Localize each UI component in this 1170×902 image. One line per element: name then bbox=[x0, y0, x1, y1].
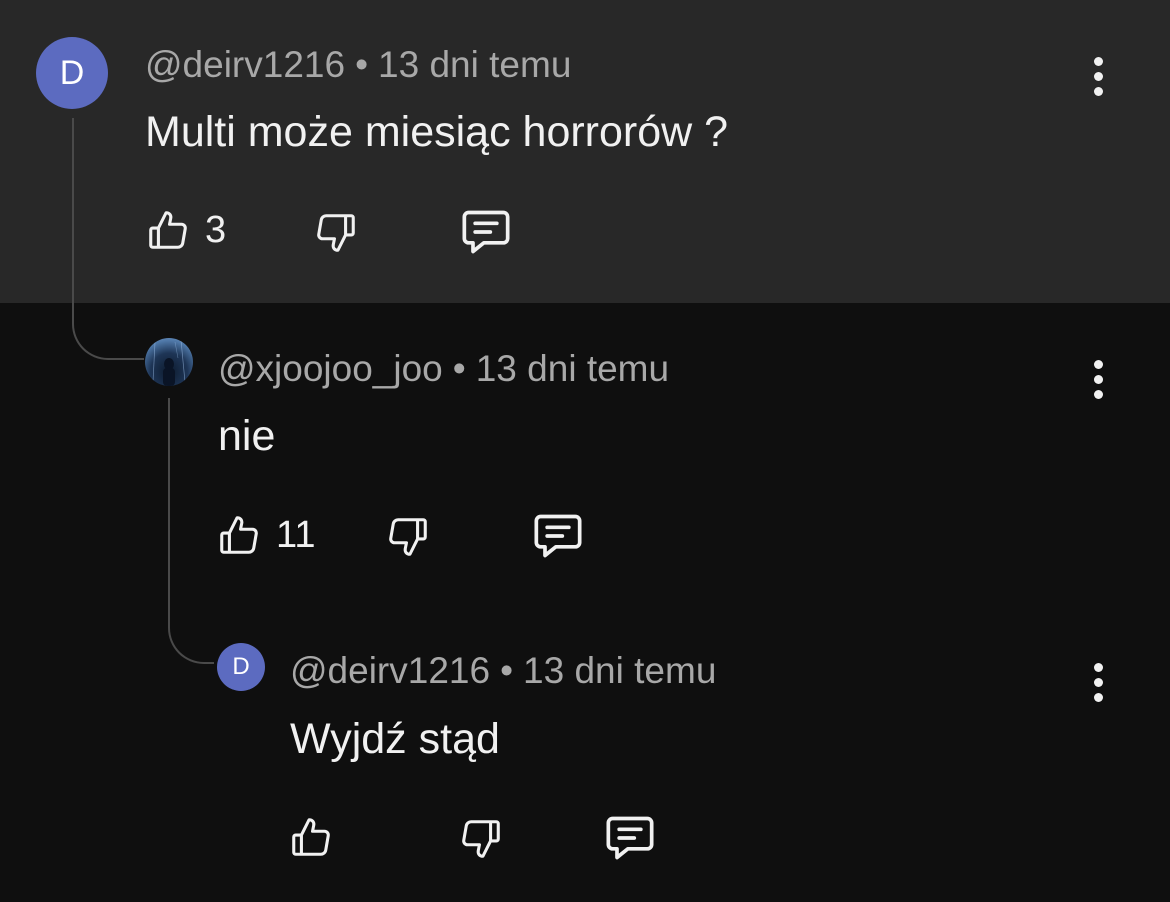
separator-dot: • bbox=[452, 348, 466, 389]
author-name[interactable]: @deirv1216 bbox=[290, 650, 490, 691]
comment-meta: @deirv1216 • 13 dni temu bbox=[290, 650, 716, 692]
thread-connector-line bbox=[168, 398, 214, 664]
thumbs-down-icon bbox=[462, 820, 500, 858]
author-name[interactable]: @deirv1216 bbox=[145, 44, 345, 85]
comment-time[interactable]: 13 dni temu bbox=[476, 348, 669, 389]
avatar-letter: D bbox=[59, 53, 85, 92]
comment-time[interactable]: 13 dni temu bbox=[523, 650, 716, 691]
reply-button[interactable] bbox=[532, 512, 584, 560]
avatar-letter: D bbox=[232, 653, 250, 680]
more-options-button[interactable] bbox=[1093, 660, 1103, 705]
thumbs-up-icon bbox=[149, 211, 187, 249]
thumbs-up-icon bbox=[292, 818, 330, 856]
reply-icon bbox=[462, 210, 510, 254]
dislike-button[interactable] bbox=[385, 512, 431, 562]
dislike-button[interactable] bbox=[458, 814, 504, 864]
like-count: 11 bbox=[276, 513, 316, 556]
comment-text: Wyjdź stąd bbox=[290, 715, 500, 763]
like-button[interactable]: 11 bbox=[216, 510, 315, 560]
separator-dot: • bbox=[500, 650, 514, 691]
author-name[interactable]: @xjoojoo_joo bbox=[218, 348, 443, 389]
avatar[interactable]: D bbox=[217, 643, 265, 691]
more-options-button[interactable] bbox=[1093, 54, 1103, 99]
thread-connector-line bbox=[72, 118, 144, 360]
reply-icon bbox=[534, 514, 582, 558]
reply-icon bbox=[606, 816, 654, 860]
avatar[interactable]: D bbox=[36, 37, 108, 109]
comment-text: nie bbox=[218, 412, 276, 460]
avatar-photo-figure bbox=[152, 339, 186, 386]
thumbs-down-icon bbox=[317, 214, 355, 252]
comment-meta: @xjoojoo_joo • 13 dni temu bbox=[218, 348, 669, 390]
thumbs-up-icon bbox=[220, 516, 258, 554]
reply-button[interactable] bbox=[604, 814, 656, 862]
like-count: 3 bbox=[205, 208, 227, 251]
thumbs-down-icon bbox=[389, 518, 427, 556]
dislike-button[interactable] bbox=[313, 208, 359, 258]
comment-meta: @deirv1216 • 13 dni temu bbox=[145, 44, 571, 86]
more-options-button[interactable] bbox=[1093, 357, 1103, 402]
like-button[interactable]: 3 bbox=[145, 205, 226, 255]
reply-button[interactable] bbox=[460, 208, 512, 256]
separator-dot: • bbox=[355, 44, 369, 85]
like-button[interactable] bbox=[288, 812, 334, 862]
comment-text: Multi może miesiąc horrorów ? bbox=[145, 108, 729, 156]
comment-time[interactable]: 13 dni temu bbox=[378, 44, 571, 85]
avatar[interactable] bbox=[145, 338, 193, 386]
